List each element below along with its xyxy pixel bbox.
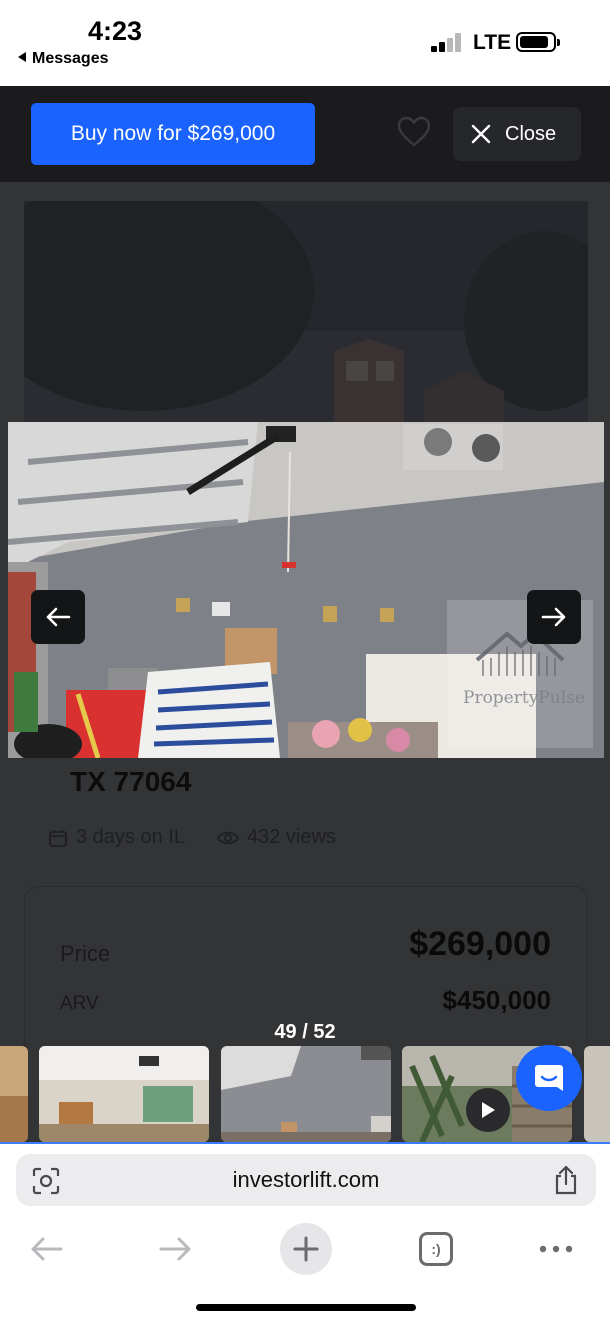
browser-back-button[interactable] bbox=[24, 1226, 68, 1272]
battery-icon bbox=[516, 32, 560, 52]
price-label: Price bbox=[60, 941, 111, 966]
browser-forward-button[interactable] bbox=[154, 1226, 198, 1272]
close-icon bbox=[471, 124, 491, 144]
photo-counter: 49 / 52 bbox=[274, 1021, 336, 1043]
views-label: 432 views bbox=[246, 826, 336, 848]
address-bar[interactable]: investorlift.com bbox=[16, 1154, 596, 1206]
buy-now-button[interactable]: Buy now for $269,000 bbox=[31, 103, 315, 165]
network-label: LTE bbox=[473, 31, 512, 54]
close-button[interactable]: Close bbox=[453, 107, 581, 161]
listing-address: TX 77064 bbox=[70, 766, 192, 797]
play-video-button[interactable] bbox=[466, 1088, 510, 1132]
arrow-right-icon bbox=[541, 607, 566, 627]
heart-icon[interactable] bbox=[397, 116, 431, 148]
previous-photo-button[interactable] bbox=[31, 590, 85, 644]
chat-icon bbox=[535, 1065, 563, 1091]
thumbnail-partial-left[interactable] bbox=[0, 1046, 28, 1142]
arv-value: $450,000 bbox=[442, 985, 551, 1015]
listing-header: Buy now for $269,000 Close bbox=[0, 86, 610, 182]
play-icon bbox=[482, 1102, 495, 1118]
status-bar: 4:23 Messages LTE bbox=[0, 0, 610, 86]
calendar-icon bbox=[49, 829, 67, 847]
browser-nav-row: :) bbox=[0, 1220, 610, 1280]
thumbnail-garage-wall[interactable] bbox=[221, 1046, 391, 1142]
new-tab-button[interactable] bbox=[280, 1223, 332, 1275]
plus-icon bbox=[293, 1236, 319, 1262]
back-arrow-icon bbox=[31, 1237, 63, 1261]
tabs-button[interactable]: :) bbox=[414, 1226, 458, 1272]
thumbnail-partial-right[interactable] bbox=[584, 1046, 610, 1142]
screen: 4:23 Messages LTE Buy now for $269,000 C… bbox=[0, 0, 610, 1322]
price-value: $269,000 bbox=[409, 925, 551, 963]
thumbnail-garage-interior[interactable] bbox=[39, 1046, 209, 1142]
browser-toolbar: investorlift.com :) bbox=[0, 1142, 610, 1322]
close-label: Close bbox=[505, 122, 557, 145]
next-photo-button[interactable] bbox=[527, 590, 581, 644]
listing-meta: 3 days on IL 432 views bbox=[48, 826, 336, 849]
days-on-label: 3 days on IL bbox=[76, 826, 185, 848]
forward-arrow-icon bbox=[159, 1237, 191, 1261]
more-dots-icon bbox=[539, 1245, 573, 1253]
back-to-messages[interactable]: Messages bbox=[18, 50, 109, 68]
back-triangle-icon bbox=[18, 52, 26, 62]
eye-icon bbox=[216, 831, 239, 844]
arv-label: ARV bbox=[60, 993, 99, 1014]
watermark-text: PropertyPulse bbox=[463, 688, 585, 708]
back-to-messages-label: Messages bbox=[32, 50, 109, 67]
hero-photo bbox=[24, 201, 588, 426]
more-button[interactable] bbox=[532, 1226, 580, 1272]
tabs-icon: :) bbox=[419, 1232, 453, 1266]
share-icon[interactable] bbox=[552, 1165, 580, 1195]
chat-button[interactable] bbox=[516, 1045, 582, 1111]
thumbnail-strip bbox=[0, 1046, 610, 1142]
signal-icon bbox=[431, 32, 463, 52]
url-text: investorlift.com bbox=[232, 1167, 380, 1192]
arrow-left-icon bbox=[46, 607, 71, 627]
home-indicator[interactable] bbox=[196, 1304, 416, 1311]
status-time: 4:23 bbox=[88, 16, 143, 46]
